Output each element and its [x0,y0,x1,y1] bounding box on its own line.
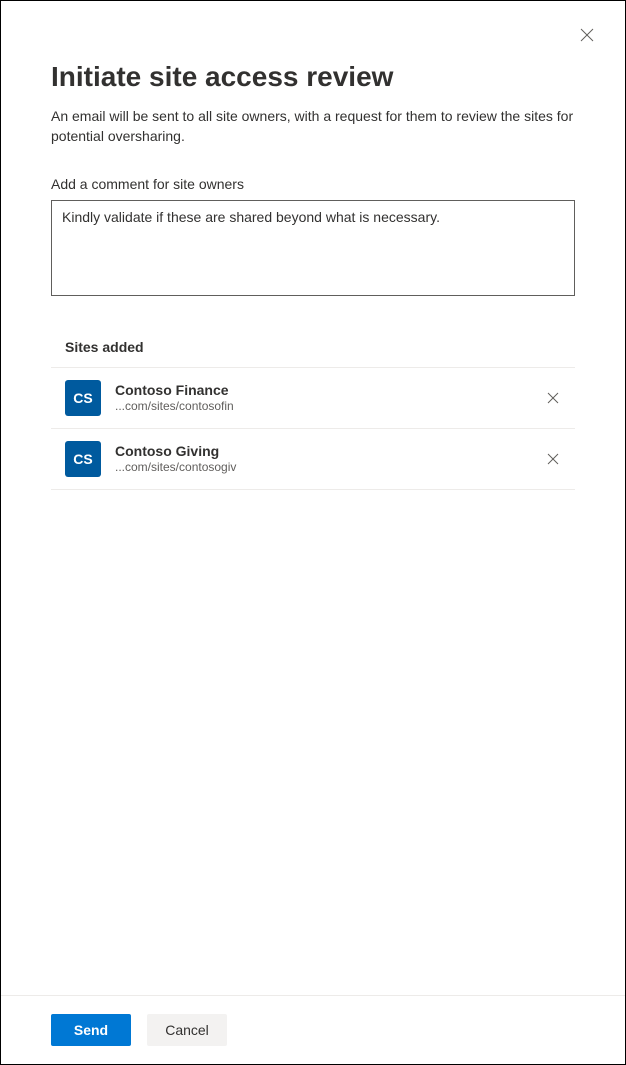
comment-label: Add a comment for site owners [51,176,575,192]
close-icon [547,453,559,465]
sites-section: Sites added CS Contoso Finance ...com/si… [51,339,575,490]
close-icon [547,392,559,404]
dialog-footer: Send Cancel [1,995,625,1064]
close-button[interactable] [577,25,597,45]
site-info: Contoso Giving ...com/sites/contosogiv [115,442,541,476]
site-info: Contoso Finance ...com/sites/contosofin [115,381,541,415]
site-name: Contoso Giving [115,442,541,460]
site-row: CS Contoso Giving ...com/sites/contosogi… [51,429,575,490]
site-url: ...com/sites/contosofin [115,399,541,415]
site-url: ...com/sites/contosogiv [115,460,541,476]
site-name: Contoso Finance [115,381,541,399]
close-icon [580,28,594,42]
comment-input[interactable] [51,200,575,296]
dialog-description: An email will be sent to all site owners… [51,107,575,146]
site-initials-icon: CS [65,441,101,477]
remove-site-button[interactable] [541,447,565,471]
site-row: CS Contoso Finance ...com/sites/contosof… [51,368,575,429]
dialog-title: Initiate site access review [51,61,575,93]
remove-site-button[interactable] [541,386,565,410]
cancel-button[interactable]: Cancel [147,1014,227,1046]
dialog-content: Initiate site access review An email wil… [1,1,625,995]
sites-heading: Sites added [51,339,575,368]
send-button[interactable]: Send [51,1014,131,1046]
site-initials-icon: CS [65,380,101,416]
